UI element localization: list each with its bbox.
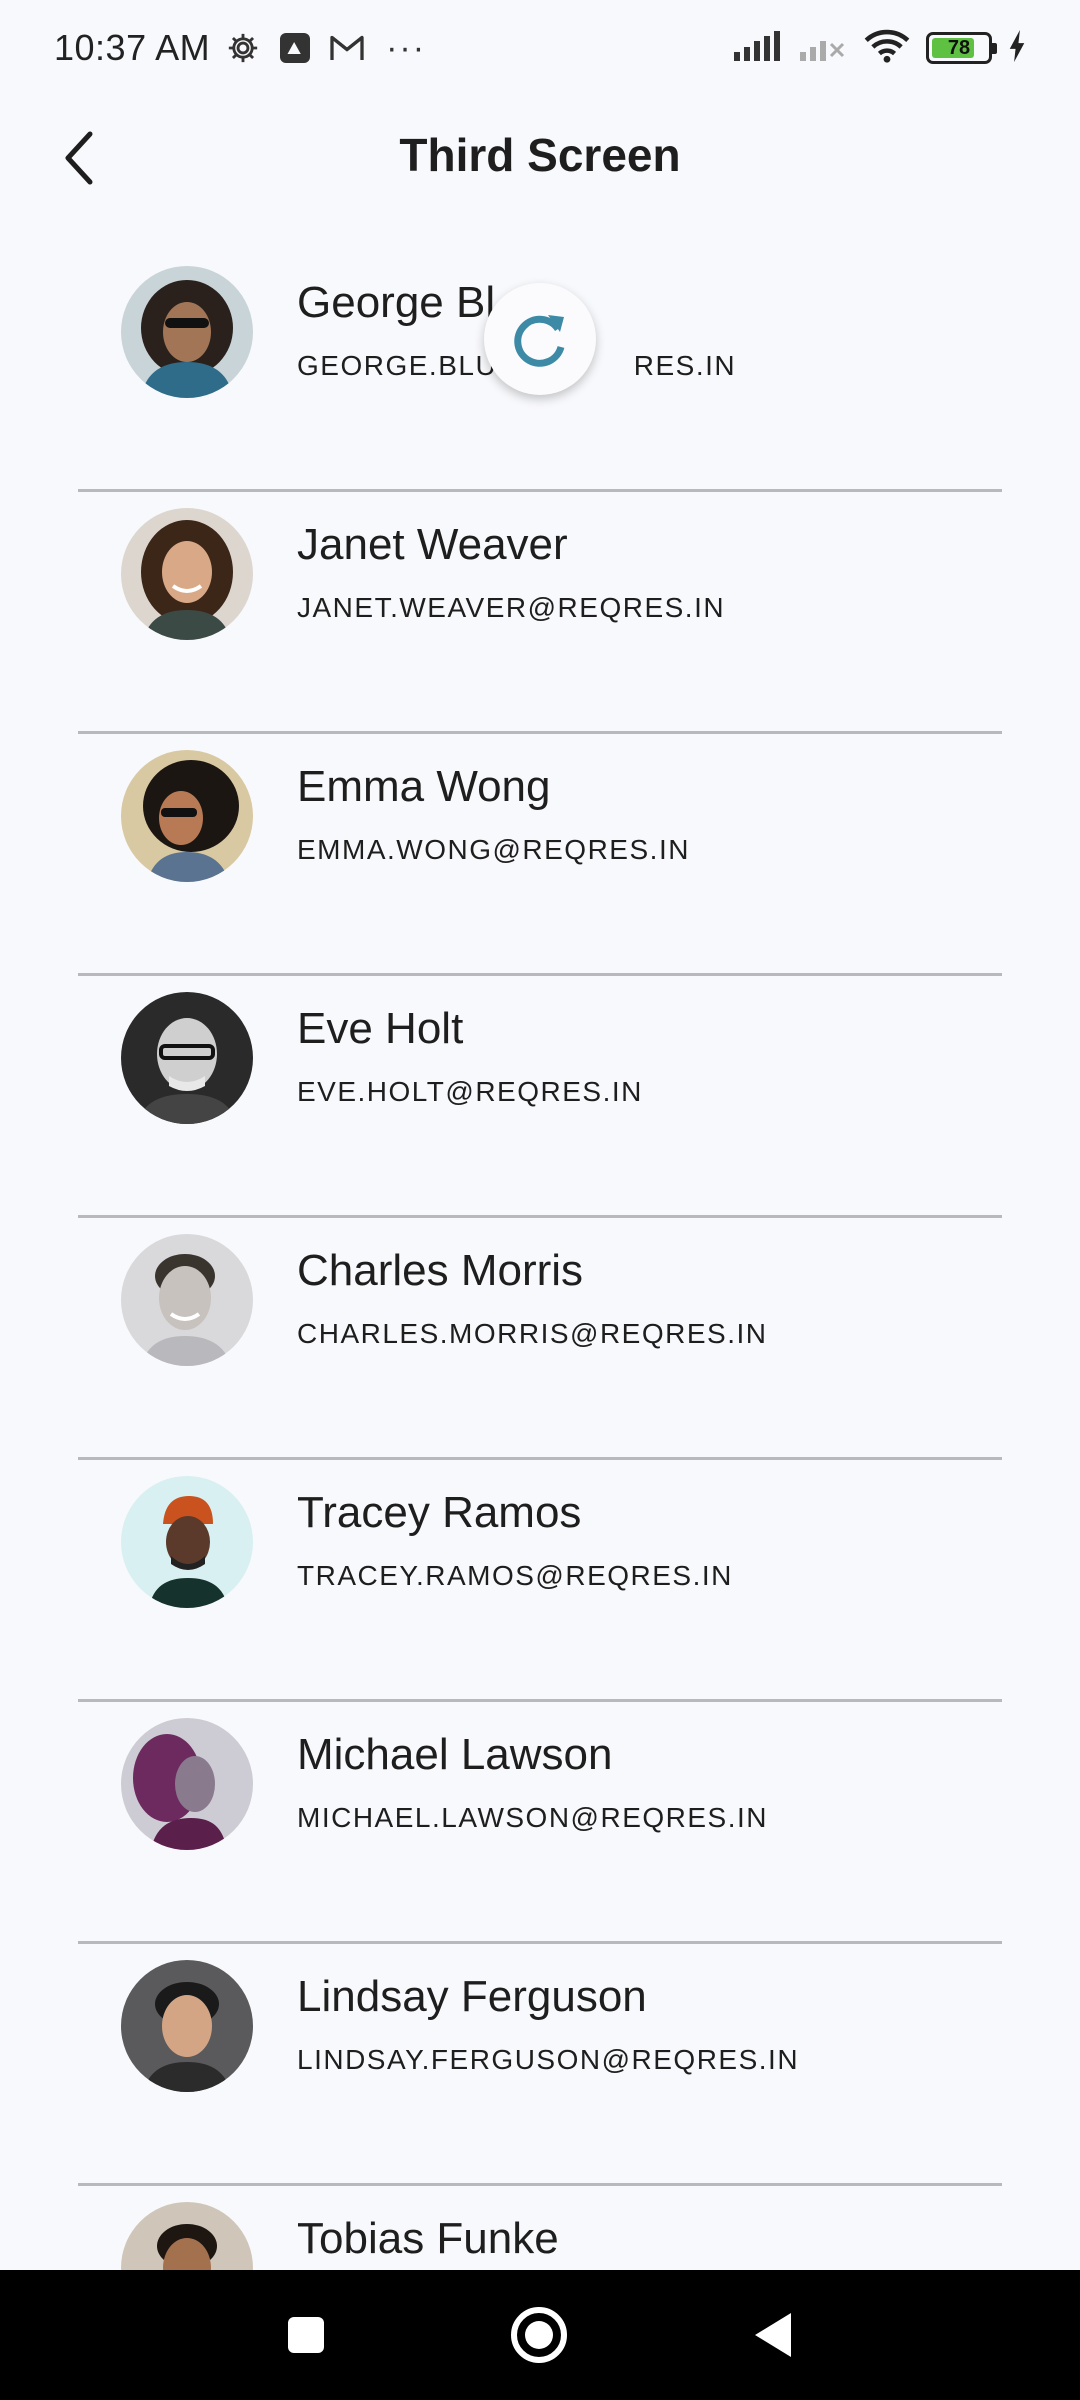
gmail-icon: [328, 29, 366, 67]
list-item-user-5[interactable]: Charles Morris CHARLES.MORRIS@REQRES.IN: [78, 1218, 1002, 1460]
settings-icon: [224, 29, 262, 67]
user-name: Charles Morris: [297, 1246, 584, 1295]
status-right: 78: [732, 29, 1026, 68]
refresh-indicator: [484, 283, 596, 395]
user-name: Janet Weaver: [297, 520, 568, 569]
user-name: Eve Holt: [297, 1004, 464, 1053]
user-email: EMMA.WONG@REQRES.IN: [297, 834, 690, 865]
avatar: [121, 1718, 253, 1850]
user-email-left: GEORGE.BLUT: [297, 350, 516, 381]
user-name: Lindsay Ferguson: [297, 1972, 647, 2021]
user-email: JANET.WEAVER@REQRES.IN: [297, 592, 726, 623]
status-bar: 10:37 AM ··· 78: [0, 0, 1080, 96]
home-circle-icon: [511, 2307, 567, 2363]
more-dots-icon: ···: [386, 28, 427, 67]
home-button[interactable]: [508, 2304, 570, 2366]
avatar: [121, 1960, 253, 2092]
list-item-user-3[interactable]: Emma Wong EMMA.WONG@REQRES.IN: [78, 734, 1002, 976]
list-item-user-8[interactable]: Lindsay Ferguson LINDSAY.FERGUSON@REQRES…: [78, 1944, 1002, 2186]
avatar: [121, 266, 253, 398]
user-email: EVE.HOLT@REQRES.IN: [297, 1076, 643, 1107]
list-item-user-2[interactable]: Janet Weaver JANET.WEAVER@REQRES.IN: [78, 492, 1002, 734]
list-item-user-6[interactable]: Tracey Ramos TRACEY.RAMOS@REQRES.IN: [78, 1460, 1002, 1702]
user-email: CHARLES.MORRIS@REQRES.IN: [297, 1318, 768, 1349]
avatar: [121, 1234, 253, 1366]
user-email: TRACEY.RAMOS@REQRES.IN: [297, 1560, 733, 1591]
user-list[interactable]: George Bl GEORGE.BLUT RES.IN Janet Weaver…: [78, 250, 1002, 2400]
avatar: [121, 1476, 253, 1608]
user-email-right: RES.IN: [633, 350, 737, 381]
page-title: Third Screen: [399, 129, 681, 181]
user-name: George Bl: [297, 278, 496, 327]
avatar: [121, 508, 253, 640]
list-item-user-7[interactable]: Michael Lawson MICHAEL.LAWSON@REQRES.IN: [78, 1702, 1002, 1944]
status-time: 10:37 AM: [54, 27, 211, 68]
user-name: Tracey Ramos: [297, 1488, 582, 1537]
tiktok-icon: [276, 29, 314, 67]
refresh-icon: [514, 315, 565, 367]
status-left: 10:37 AM ···: [54, 27, 426, 69]
app-bar: Third Screen: [0, 96, 1080, 220]
back-nav-button[interactable]: [742, 2304, 804, 2366]
user-name: Emma Wong: [297, 762, 551, 811]
user-name: Tobias Funke: [297, 2214, 559, 2263]
list-item-user-4[interactable]: Eve Holt EVE.HOLT@REQRES.IN: [78, 976, 1002, 1218]
system-nav-bar: [0, 2270, 1080, 2400]
battery-percentage: 78: [947, 36, 971, 59]
recents-button[interactable]: [275, 2304, 337, 2366]
avatar: [121, 992, 253, 1124]
charging-icon: [1008, 29, 1026, 67]
signal-icon: [732, 30, 782, 67]
user-email: LINDSAY.FERGUSON@REQRES.IN: [297, 2044, 800, 2075]
back-triangle-icon: [755, 2313, 791, 2357]
user-email: MICHAEL.LAWSON@REQRES.IN: [297, 1802, 769, 1833]
wifi-icon: [864, 29, 910, 68]
signal-no-service-icon: [798, 30, 848, 67]
recents-square-icon: [288, 2317, 324, 2353]
avatar: [121, 750, 253, 882]
user-name: Michael Lawson: [297, 1730, 613, 1779]
battery-icon: 78: [926, 32, 997, 64]
